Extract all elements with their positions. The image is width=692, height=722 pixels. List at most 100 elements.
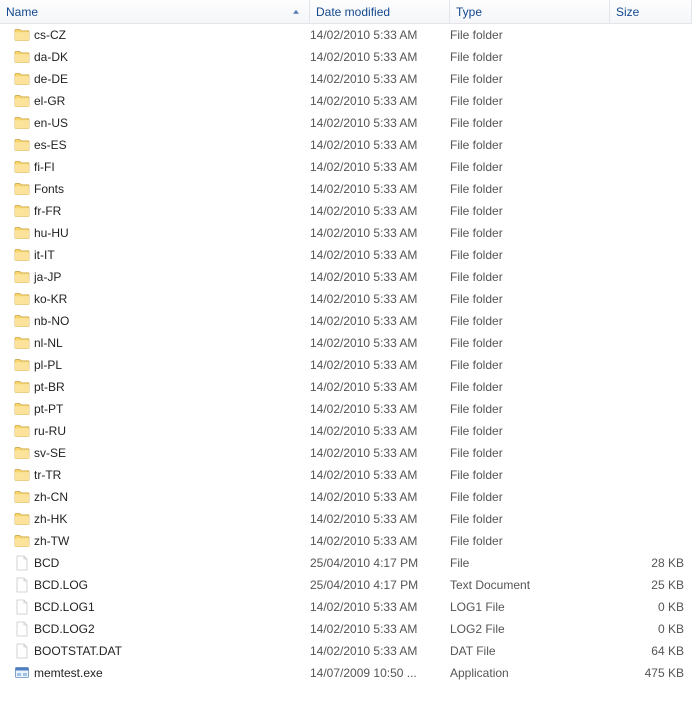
cell-date: 14/02/2010 5:33 AM — [310, 622, 450, 636]
cell-name: BOOTSTAT.DAT — [14, 643, 310, 659]
file-name: Fonts — [34, 182, 64, 196]
cell-type: File folder — [450, 116, 610, 130]
cell-date: 14/02/2010 5:33 AM — [310, 248, 450, 262]
cell-type: File folder — [450, 292, 610, 306]
file-name: BCD — [34, 556, 59, 570]
folder-icon — [14, 423, 30, 439]
cell-date: 14/02/2010 5:33 AM — [310, 226, 450, 240]
list-item[interactable]: memtest.exe14/07/2009 10:50 ...Applicati… — [0, 662, 692, 684]
cell-name: BCD — [14, 555, 310, 571]
file-name: fr-FR — [34, 204, 61, 218]
list-item[interactable]: ja-JP14/02/2010 5:33 AMFile folder — [0, 266, 692, 288]
list-item[interactable]: tr-TR14/02/2010 5:33 AMFile folder — [0, 464, 692, 486]
column-header-name[interactable]: Name — [0, 0, 310, 23]
cell-date: 14/02/2010 5:33 AM — [310, 468, 450, 482]
folder-icon — [14, 115, 30, 131]
cell-date: 25/04/2010 4:17 PM — [310, 556, 450, 570]
folder-icon — [14, 137, 30, 153]
list-item[interactable]: ko-KR14/02/2010 5:33 AMFile folder — [0, 288, 692, 310]
folder-icon — [14, 467, 30, 483]
cell-name: memtest.exe — [14, 665, 310, 681]
file-name: fi-FI — [34, 160, 55, 174]
column-header-type-label: Type — [456, 5, 482, 19]
file-name: BOOTSTAT.DAT — [34, 644, 122, 658]
application-icon — [14, 665, 30, 681]
list-item[interactable]: it-IT14/02/2010 5:33 AMFile folder — [0, 244, 692, 266]
list-item[interactable]: pt-PT 14/02/2010 5:33 AMFile folder — [0, 398, 692, 420]
cell-type: File folder — [450, 512, 610, 526]
list-item[interactable]: BCD25/04/2010 4:17 PMFile28 KB — [0, 552, 692, 574]
cell-type: LOG2 File — [450, 622, 610, 636]
file-icon — [14, 643, 30, 659]
list-item[interactable]: BOOTSTAT.DAT14/02/2010 5:33 AMDAT File64… — [0, 640, 692, 662]
folder-icon — [14, 511, 30, 527]
file-icon — [14, 599, 30, 615]
cell-type: File folder — [450, 446, 610, 460]
cell-date: 14/02/2010 5:33 AM — [310, 72, 450, 86]
folder-icon — [14, 225, 30, 241]
cell-size: 0 KB — [610, 600, 692, 614]
list-item[interactable]: BCD.LOG214/02/2010 5:33 AMLOG2 File0 KB — [0, 618, 692, 640]
list-item[interactable]: hu-HU14/02/2010 5:33 AMFile folder — [0, 222, 692, 244]
list-item[interactable]: zh-CN14/02/2010 5:33 AMFile folder — [0, 486, 692, 508]
file-name: cs-CZ — [34, 28, 66, 42]
file-name: pt-PT — [34, 402, 63, 416]
list-item[interactable]: en-US14/02/2010 5:33 AMFile folder — [0, 112, 692, 134]
file-name: de-DE — [34, 72, 68, 86]
file-name: it-IT — [34, 248, 55, 262]
column-header-type[interactable]: Type — [450, 0, 610, 23]
cell-date: 14/07/2009 10:50 ... — [310, 666, 450, 680]
file-name: pt-BR — [34, 380, 65, 394]
list-item[interactable]: zh-TW14/02/2010 5:33 AMFile folder — [0, 530, 692, 552]
cell-name: it-IT — [14, 247, 310, 263]
list-item[interactable]: pt-BR14/02/2010 5:33 AMFile folder — [0, 376, 692, 398]
file-icon — [14, 555, 30, 571]
cell-name: BCD.LOG1 — [14, 599, 310, 615]
cell-date: 14/02/2010 5:33 AM — [310, 94, 450, 108]
list-item[interactable]: el-GR14/02/2010 5:33 AMFile folder — [0, 90, 692, 112]
column-header-name-label: Name — [6, 5, 38, 19]
file-name: hu-HU — [34, 226, 69, 240]
cell-type: LOG1 File — [450, 600, 610, 614]
folder-icon — [14, 533, 30, 549]
list-item[interactable]: nl-NL14/02/2010 5:33 AMFile folder — [0, 332, 692, 354]
list-item[interactable]: ru-RU14/02/2010 5:33 AMFile folder — [0, 420, 692, 442]
list-item[interactable]: de-DE14/02/2010 5:33 AMFile folder — [0, 68, 692, 90]
cell-name: hu-HU — [14, 225, 310, 241]
file-name: en-US — [34, 116, 68, 130]
list-item[interactable]: nb-NO14/02/2010 5:33 AMFile folder — [0, 310, 692, 332]
list-item[interactable]: cs-CZ14/02/2010 5:33 AMFile folder — [0, 24, 692, 46]
file-name: sv-SE — [34, 446, 66, 460]
list-item[interactable]: sv-SE 14/02/2010 5:33 AMFile folder — [0, 442, 692, 464]
folder-icon — [14, 291, 30, 307]
cell-name: pt-BR — [14, 379, 310, 395]
cell-name: zh-CN — [14, 489, 310, 505]
file-name: zh-CN — [34, 490, 68, 504]
list-item[interactable]: BCD.LOG25/04/2010 4:17 PMText Document25… — [0, 574, 692, 596]
cell-name: BCD.LOG — [14, 577, 310, 593]
cell-name: BCD.LOG2 — [14, 621, 310, 637]
cell-type: File folder — [450, 402, 610, 416]
list-item[interactable]: pl-PL14/02/2010 5:33 AMFile folder — [0, 354, 692, 376]
file-name: BCD.LOG2 — [34, 622, 95, 636]
column-header-date[interactable]: Date modified — [310, 0, 450, 23]
list-item[interactable]: da-DK14/02/2010 5:33 AMFile folder — [0, 46, 692, 68]
list-item[interactable]: es-ES14/02/2010 5:33 AMFile folder — [0, 134, 692, 156]
cell-type: File folder — [450, 94, 610, 108]
cell-date: 14/02/2010 5:33 AM — [310, 402, 450, 416]
list-item[interactable]: fi-FI14/02/2010 5:33 AMFile folder — [0, 156, 692, 178]
list-item[interactable]: Fonts14/02/2010 5:33 AMFile folder — [0, 178, 692, 200]
cell-type: File folder — [450, 204, 610, 218]
cell-size: 28 KB — [610, 556, 692, 570]
cell-date: 14/02/2010 5:33 AM — [310, 446, 450, 460]
column-header-size[interactable]: Size — [610, 0, 692, 23]
file-name: es-ES — [34, 138, 67, 152]
cell-name: Fonts — [14, 181, 310, 197]
cell-name: es-ES — [14, 137, 310, 153]
cell-name: nb-NO — [14, 313, 310, 329]
cell-date: 14/02/2010 5:33 AM — [310, 600, 450, 614]
cell-date: 14/02/2010 5:33 AM — [310, 358, 450, 372]
list-item[interactable]: fr-FR14/02/2010 5:33 AMFile folder — [0, 200, 692, 222]
list-item[interactable]: zh-HK14/02/2010 5:33 AMFile folder — [0, 508, 692, 530]
list-item[interactable]: BCD.LOG114/02/2010 5:33 AMLOG1 File0 KB — [0, 596, 692, 618]
